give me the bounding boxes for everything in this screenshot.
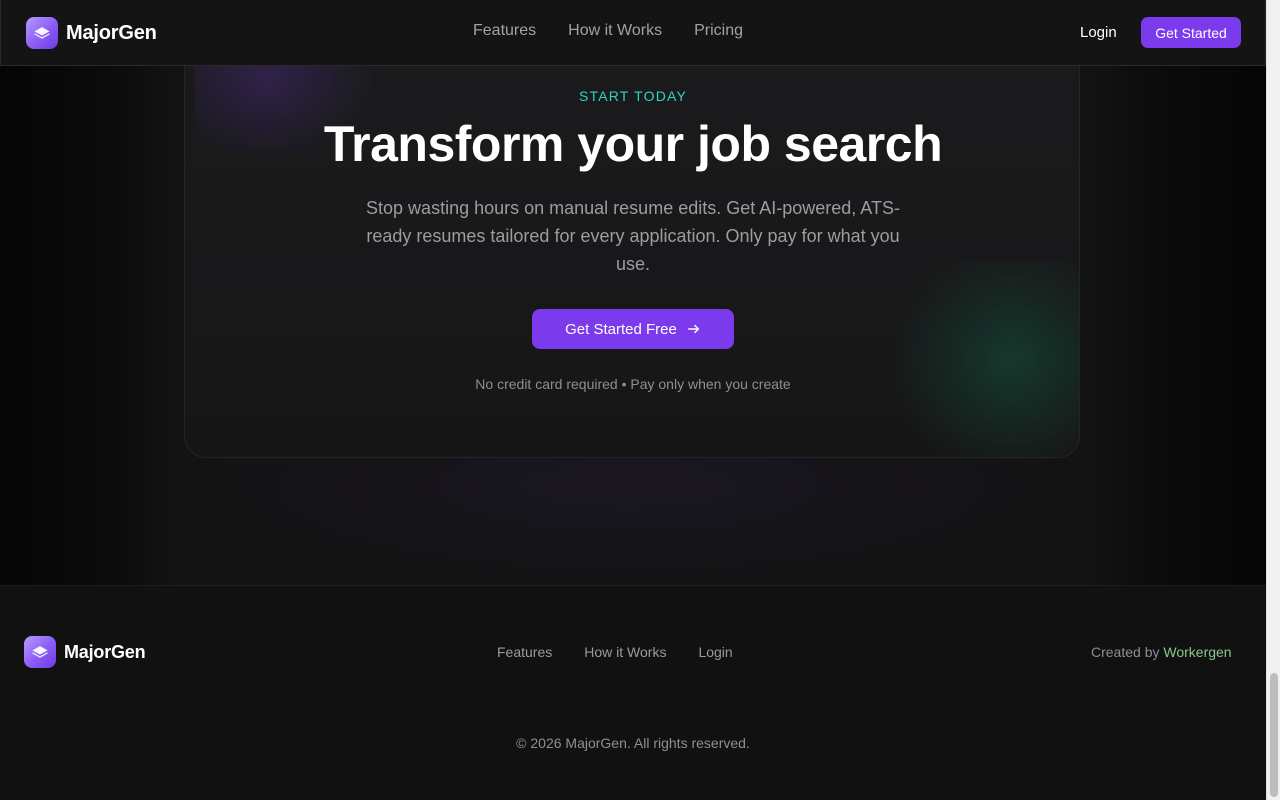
- get-started-button[interactable]: Get Started: [1141, 17, 1241, 48]
- nav-link-features[interactable]: Features: [473, 22, 536, 40]
- top-navbar: MajorGen Features How it Works Pricing L…: [0, 0, 1266, 66]
- get-started-free-button[interactable]: Get Started Free: [532, 309, 734, 349]
- arrow-right-icon: [687, 324, 699, 334]
- brand-name: MajorGen: [66, 21, 157, 44]
- cta-fineprint: No credit card required • Pay only when …: [475, 376, 791, 392]
- cta-eyebrow: START TODAY: [578, 88, 688, 104]
- footer-brand-name: MajorGen: [64, 641, 146, 662]
- nav-links: Features How it Works Pricing: [473, 22, 743, 40]
- login-link[interactable]: Login: [1080, 24, 1117, 41]
- footer-credit: Created by Workergen: [1091, 644, 1232, 660]
- footer-copyright: © 2026 MajorGen. All rights reserved.: [516, 735, 750, 751]
- cta-card: START TODAY Transform your job search St…: [184, 40, 1080, 458]
- card-glow-green: [885, 261, 1079, 457]
- nav-link-pricing[interactable]: Pricing: [694, 22, 743, 40]
- get-started-free-label: Get Started Free: [565, 320, 677, 338]
- footer: MajorGen Features How it Works Login Cre…: [0, 585, 1266, 800]
- layers-icon: [24, 636, 56, 668]
- page-scrollbar[interactable]: [1266, 0, 1280, 800]
- footer-links: Features How it Works Login: [497, 644, 733, 660]
- cta-headline: Transform your job search: [323, 116, 943, 172]
- layers-icon: [26, 17, 58, 49]
- brand-home-link[interactable]: MajorGen: [26, 17, 157, 49]
- credit-prefix: Created by: [1091, 644, 1160, 660]
- footer-link-how-it-works[interactable]: How it Works: [584, 644, 666, 660]
- credit-link-workergen[interactable]: Workergen: [1163, 644, 1231, 660]
- footer-link-login[interactable]: Login: [698, 644, 732, 660]
- cta-subtext: Stop wasting hours on manual resume edit…: [366, 198, 900, 274]
- background-glow: [180, 440, 1080, 590]
- footer-brand-link[interactable]: MajorGen: [24, 636, 146, 668]
- nav-link-how-it-works[interactable]: How it Works: [568, 22, 662, 40]
- footer-link-features[interactable]: Features: [497, 644, 552, 660]
- page: MajorGen Features How it Works Pricing L…: [0, 0, 1280, 800]
- scrollbar-thumb[interactable]: [1270, 673, 1278, 797]
